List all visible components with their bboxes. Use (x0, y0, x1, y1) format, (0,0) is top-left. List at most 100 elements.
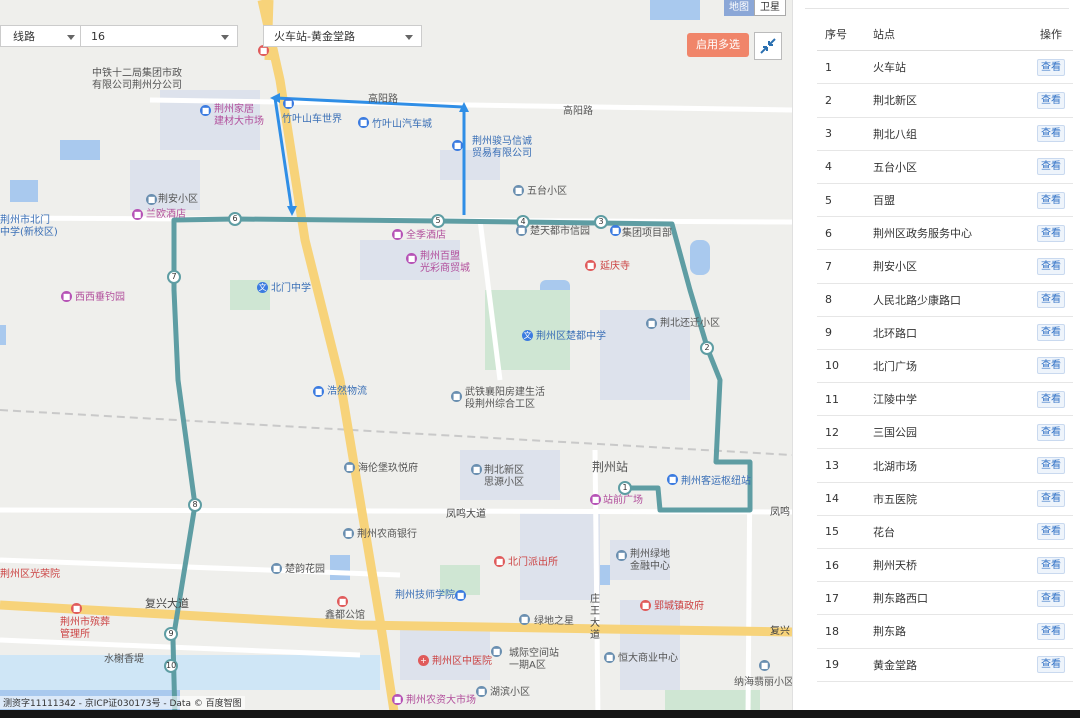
school-icon[interactable]: 文 (522, 330, 533, 341)
view-button[interactable]: 查看 (1037, 224, 1065, 242)
stop-name: 花台 (873, 515, 1029, 550)
stop-name: 北环路口 (873, 316, 1029, 350)
line-select[interactable]: 16 (80, 25, 238, 47)
car-icon[interactable]: ■ (358, 117, 369, 128)
hotel-icon[interactable]: ■ (132, 209, 143, 220)
hospital-icon[interactable]: + (418, 655, 429, 666)
view-button[interactable]: 查看 (1037, 357, 1065, 375)
view-button[interactable]: 查看 (1037, 257, 1065, 275)
poi-label-lvdi: 荆州绿地 金融中心 (630, 549, 670, 572)
mall-icon[interactable]: ■ (406, 253, 417, 264)
bus-station-icon[interactable]: ■ (667, 474, 678, 485)
building-icon[interactable]: ■ (616, 550, 627, 561)
home-icon[interactable]: ■ (516, 225, 527, 236)
school-icon[interactable]: ■ (455, 590, 466, 601)
building-icon[interactable]: ■ (200, 105, 211, 116)
table-row: 11 江陵中学 查看 (817, 382, 1073, 417)
bank-icon[interactable]: ■ (343, 528, 354, 539)
logistics-icon[interactable]: ■ (313, 386, 324, 397)
map-type-satellite-button[interactable]: 卫星 (754, 0, 786, 16)
poi-label-xindu: 鑫都公馆 (325, 610, 365, 621)
view-button[interactable]: 查看 (1037, 656, 1065, 674)
building-icon[interactable]: ■ (491, 646, 502, 657)
route-stop-marker[interactable]: 6 (228, 212, 242, 226)
map-type-map-button[interactable]: 地图 (724, 0, 754, 16)
home-icon[interactable]: ■ (476, 686, 487, 697)
police-icon[interactable]: ■ (494, 556, 505, 567)
poi-label-nahai: 纳海翡丽小区 (734, 677, 792, 688)
view-cell: 查看 (1029, 349, 1073, 384)
route-stop-marker[interactable]: 8 (188, 498, 202, 512)
view-button[interactable]: 查看 (1037, 91, 1065, 109)
route-stop-marker[interactable]: 7 (167, 270, 181, 284)
building-icon[interactable]: ■ (451, 391, 462, 402)
road-label-gaoyang-1: 高阳路 (368, 94, 398, 105)
fishing-icon[interactable]: ■ (61, 291, 72, 302)
stop-number: 1 (817, 50, 873, 85)
school-icon[interactable]: 文 (257, 282, 268, 293)
home-icon[interactable]: ■ (519, 614, 530, 625)
poi-label-hailun: 海伦堡玖悦府 (358, 463, 418, 474)
car-icon[interactable]: ■ (452, 140, 463, 151)
home-icon[interactable]: ■ (513, 185, 524, 196)
view-button[interactable]: 查看 (1037, 457, 1065, 475)
market-icon[interactable]: ■ (392, 694, 403, 705)
funeral-icon[interactable]: ■ (71, 603, 82, 614)
stop-name: 人民北路少康路口 (873, 283, 1029, 317)
view-button[interactable]: 查看 (1037, 523, 1065, 541)
view-button[interactable]: 查看 (1037, 125, 1065, 143)
enable-multi-select-button[interactable]: 启用多选 (687, 33, 749, 57)
view-button[interactable]: 查看 (1037, 423, 1065, 441)
route-stop-marker[interactable]: 1 (618, 481, 632, 495)
stop-name: 荆北八组 (873, 117, 1029, 151)
view-button[interactable]: 查看 (1037, 191, 1065, 209)
view-button[interactable]: 查看 (1037, 589, 1065, 607)
stop-number: 13 (817, 448, 873, 483)
type-select[interactable]: 线路 (0, 25, 84, 47)
view-button[interactable]: 查看 (1037, 390, 1065, 408)
view-button[interactable]: 查看 (1037, 58, 1065, 76)
view-button[interactable]: 查看 (1037, 324, 1065, 342)
temple-icon[interactable]: ■ (585, 260, 596, 271)
stop-number: 11 (817, 382, 873, 417)
stop-number: 8 (817, 283, 873, 317)
square-icon[interactable]: ■ (590, 494, 601, 505)
table-row: 10 北门广场 查看 (817, 349, 1073, 384)
route-select[interactable]: 火车站-黄金堂路 (263, 25, 422, 47)
collapse-button[interactable] (754, 32, 782, 60)
stop-number: 12 (817, 415, 873, 450)
home-icon[interactable]: ■ (344, 462, 355, 473)
hotel-icon[interactable]: ■ (392, 229, 403, 240)
home-icon[interactable]: ■ (271, 563, 282, 574)
view-button[interactable]: 查看 (1037, 556, 1065, 574)
route-stop-marker[interactable]: 10 (164, 659, 178, 673)
building-icon[interactable]: ■ (610, 225, 621, 236)
stop-number: 10 (817, 349, 873, 384)
stop-name: 北门广场 (873, 349, 1029, 384)
poi-label-lanou: 兰欧酒店 (146, 209, 186, 220)
view-button[interactable]: 查看 (1037, 158, 1065, 176)
map-canvas[interactable]: 1 2 3 4 5 6 7 8 9 10 ■ ■ ■ ■ ■ ■ ■ ■ ■ ■ ■ ■ 文 ■ … (0, 0, 792, 718)
view-button[interactable]: 查看 (1037, 622, 1065, 640)
home-icon[interactable]: ■ (759, 660, 770, 671)
home-icon[interactable]: ■ (646, 318, 657, 329)
car-icon[interactable]: ■ (283, 98, 294, 109)
route-stop-marker[interactable]: 3 (594, 215, 608, 229)
poi-label-hengda: 恒大商业中心 (618, 653, 678, 664)
home-icon[interactable]: ■ (146, 194, 157, 205)
home-icon[interactable]: ■ (471, 464, 482, 475)
route-stop-marker[interactable]: 2 (700, 341, 714, 355)
table-row: 9 北环路口 查看 (817, 316, 1073, 350)
poi-label-zhuyeshan-car: 竹叶山车世界 (282, 114, 342, 125)
view-button[interactable]: 查看 (1037, 490, 1065, 508)
stop-name: 三国公园 (873, 415, 1029, 450)
poi-label-jituan: 集团项目部 (622, 228, 672, 239)
poi-label-jishu: 荆州技师学院 (395, 590, 455, 601)
mall-icon[interactable]: ■ (604, 652, 615, 663)
route-stop-marker[interactable]: 9 (164, 627, 178, 641)
stop-name: 百盟 (873, 183, 1029, 218)
route-stop-marker[interactable]: 5 (431, 214, 445, 228)
government-icon[interactable]: ■ (640, 600, 651, 611)
residence-icon[interactable]: ■ (337, 596, 348, 607)
view-button[interactable]: 查看 (1037, 291, 1065, 309)
